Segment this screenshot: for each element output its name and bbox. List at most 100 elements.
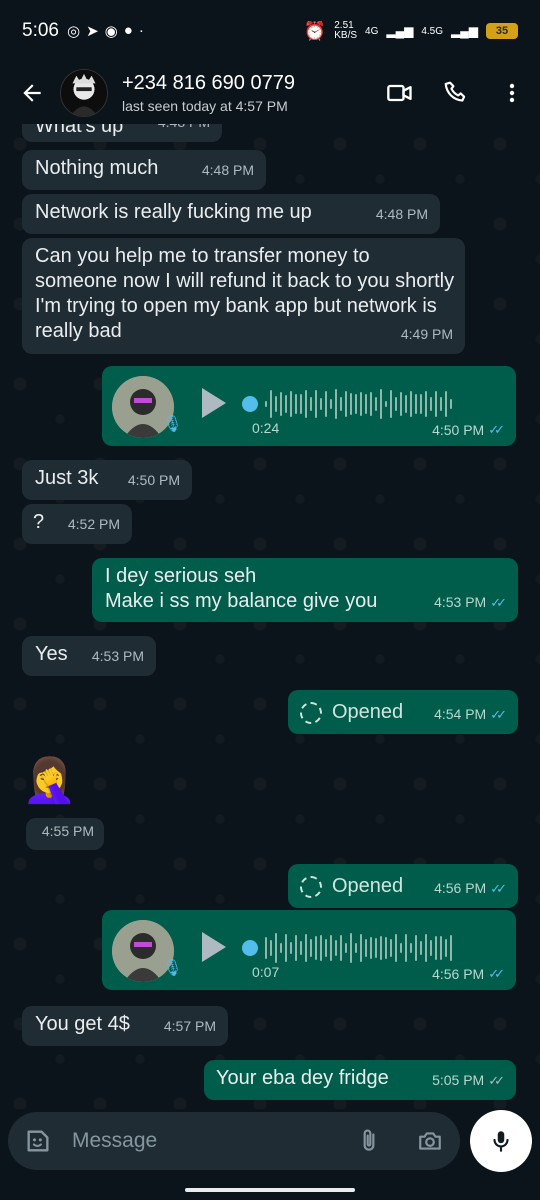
play-button[interactable] (202, 388, 226, 418)
message-incoming[interactable]: What's up 4:48 PM (22, 124, 222, 142)
waveform-bar (340, 935, 342, 961)
chat-header: +234 816 690 0779 last seen today at 4:5… (0, 62, 540, 124)
view-once-icon (300, 701, 322, 724)
message-text: Just 3k (35, 467, 99, 489)
waveform-bar (390, 939, 392, 957)
message-input[interactable]: Message (72, 1129, 356, 1153)
playback-head[interactable] (242, 940, 258, 956)
system-nav-bar (0, 1175, 540, 1200)
avatar[interactable] (60, 69, 108, 117)
message-incoming[interactable]: Yes 4:53 PM (22, 636, 156, 676)
message-text: Your eba dey fridge (216, 1067, 389, 1089)
message-incoming[interactable]: You get 4$ 4:57 PM (22, 1006, 228, 1046)
message-time: 5:05 PM (432, 1072, 485, 1088)
message-time: 4:48 PM (158, 124, 210, 135)
emoji-message[interactable]: 🤦‍♀️ (22, 754, 82, 814)
message-composer: Message (8, 1112, 460, 1170)
voice-call-button[interactable] (428, 65, 484, 121)
voice-duration: 0:24 (252, 420, 280, 436)
waveform-bar (300, 940, 302, 956)
waveform-bar (295, 935, 297, 961)
waveform-bar (385, 936, 387, 960)
sticker-icon[interactable] (24, 1127, 52, 1155)
message-time: 4:50 PM (432, 422, 485, 438)
waveform-bar (290, 942, 292, 954)
waveform-bar (370, 936, 372, 960)
waveform[interactable] (242, 386, 502, 422)
battery-icon: 35 (486, 23, 518, 39)
waveform-bar (430, 396, 432, 412)
microphone-icon (493, 1131, 509, 1152)
waveform-bar (415, 935, 417, 961)
waveform-bar (345, 391, 347, 417)
waveform-bar (335, 939, 337, 957)
waveform-bar (445, 939, 447, 957)
waveform-bar (280, 943, 282, 953)
waveform-bar (380, 936, 382, 960)
message-incoming[interactable]: ? 4:52 PM (22, 504, 132, 544)
voice-message-outgoing[interactable]: 🎙 0:07 4:56 PM ✓✓ (102, 910, 516, 990)
microphone-icon: 🎙 (162, 960, 183, 977)
message-time: 4:55 PM (41, 823, 94, 839)
message-text: Nothing much (35, 157, 159, 179)
more-options-button[interactable] (484, 65, 540, 121)
voice-duration: 0:07 (252, 964, 280, 980)
status-time: 5:06 (22, 20, 59, 41)
waveform-bar (380, 389, 382, 419)
contact-info[interactable]: +234 816 690 0779 last seen today at 4:5… (122, 72, 372, 114)
message-outgoing[interactable]: I dey serious seh Make i ss my balance g… (92, 558, 518, 622)
delivered-receipt-icon: ✓✓ (488, 1073, 505, 1088)
waveform-bar (275, 396, 277, 412)
telegram-notification-icon: ➤ (86, 23, 99, 40)
attach-icon[interactable] (356, 1127, 382, 1155)
playback-head[interactable] (242, 396, 258, 412)
waveform-bar (280, 391, 282, 417)
waveform-bar (325, 939, 327, 957)
back-button[interactable] (4, 65, 60, 121)
waveform-bar (265, 401, 267, 407)
waveform-bar (375, 937, 377, 959)
chat-area[interactable]: What's up 4:48 PM Nothing much 4:48 PM N… (0, 124, 540, 1109)
message-incoming[interactable]: Network is really fucking me up 4:48 PM (22, 194, 440, 234)
waveform-bar (435, 390, 437, 418)
voice-message-outgoing[interactable]: 🎙 0:24 4:50 PM ✓✓ (102, 366, 516, 446)
video-call-button[interactable] (372, 65, 428, 121)
waveform-bar (450, 399, 452, 409)
message-outgoing[interactable]: Your eba dey fridge 5:05 PM ✓✓ (204, 1060, 516, 1100)
read-receipt-icon: ✓✓ (490, 707, 507, 722)
waveform-bar (350, 393, 352, 415)
discord-notification-icon: ◉ (104, 23, 118, 40)
waveform-bar (315, 936, 317, 960)
more-notifications-icon: · (138, 22, 144, 39)
waveform-bar (435, 936, 437, 960)
message-text: Yes (35, 643, 68, 665)
message-incoming[interactable]: Can you help me to transfer money to som… (22, 238, 465, 354)
voice-record-button[interactable] (470, 1110, 532, 1172)
home-gesture-handle[interactable] (185, 1188, 355, 1192)
message-text: Can you help me to transfer money to som… (35, 245, 455, 342)
camera-icon[interactable] (416, 1128, 444, 1154)
play-button[interactable] (202, 932, 226, 962)
waveform-bar (440, 397, 442, 411)
waveform-bar (410, 390, 412, 418)
waveform-bar (320, 935, 322, 961)
waveform-bar (390, 390, 392, 418)
waveform-bar (310, 939, 312, 957)
chat-notification-icon: ● (123, 22, 133, 39)
view-once-opened-outgoing[interactable]: Opened 4:54 PM ✓✓ (288, 690, 518, 734)
message-text: You get 4$ (35, 1013, 130, 1035)
waveform[interactable] (242, 930, 502, 966)
alarm-icon: ⏰ (303, 20, 327, 41)
message-time: 4:56 PM (434, 880, 487, 896)
waveform-bar (285, 934, 287, 962)
waveform-bar (295, 394, 297, 414)
message-incoming[interactable]: Just 3k 4:50 PM (22, 460, 192, 500)
view-once-opened-outgoing[interactable]: Opened 4:56 PM ✓✓ (288, 864, 518, 908)
waveform-bar (325, 391, 327, 417)
message-text: I dey serious seh Make i ss my balance g… (105, 565, 378, 612)
signal-icon-2: ▂▄▆ (451, 24, 478, 38)
message-incoming[interactable]: Nothing much 4:48 PM (22, 150, 266, 190)
waveform-bar (395, 933, 397, 963)
message-text: ? (33, 511, 45, 533)
waveform-bar (340, 397, 342, 411)
